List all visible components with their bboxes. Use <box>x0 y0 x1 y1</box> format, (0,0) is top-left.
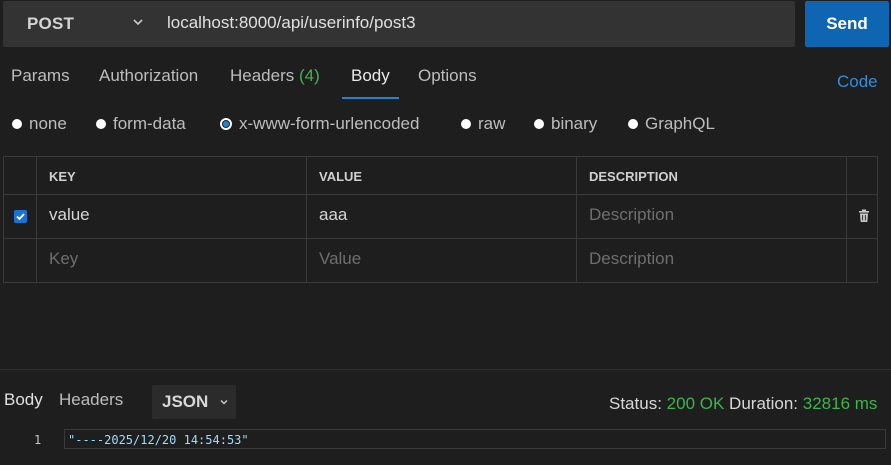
value-placeholder: Value <box>319 249 362 268</box>
status-label: Status: <box>609 394 662 413</box>
description-placeholder: Description <box>589 249 675 268</box>
radio-icon <box>12 119 22 129</box>
column-header-label: DESCRIPTION <box>589 169 678 184</box>
tab-authorization[interactable]: Authorization <box>99 66 198 86</box>
line-number: 1 <box>34 433 42 447</box>
radio-icon <box>96 119 106 129</box>
method-label: POST <box>27 14 75 33</box>
description-cell[interactable]: Description <box>576 195 846 238</box>
key-placeholder: Key <box>49 249 79 268</box>
headers-count-badge: (4) <box>299 66 320 85</box>
key-value-text: value <box>49 205 90 224</box>
request-tabs: Params Authorization Headers (4) Body Op… <box>0 60 891 100</box>
table-header-row: KEY VALUE DESCRIPTION <box>4 157 877 195</box>
column-header-value: VALUE <box>306 157 576 194</box>
request-app: POST localhost:8000/api/userinfo/post3 S… <box>0 0 891 465</box>
tab-headers-label: Headers <box>230 66 295 85</box>
trash-icon[interactable] <box>858 209 870 223</box>
response-code-line: "----2025/12/20 14:54:53" <box>68 433 249 447</box>
column-header-key: KEY <box>36 157 306 194</box>
row-actions-cell <box>846 239 877 282</box>
radio-none[interactable]: none <box>12 114 67 134</box>
body-type-radios: none form-data x-www-form-urlencoded raw… <box>0 110 891 140</box>
response-status: Status: 200 OK Duration: 32816 ms <box>609 394 877 414</box>
chevron-down-icon <box>220 399 228 405</box>
response-tab-headers[interactable]: Headers <box>59 390 123 410</box>
response-divider <box>0 369 891 370</box>
format-label: JSON <box>162 392 209 411</box>
radio-form-data[interactable]: form-data <box>96 114 186 134</box>
radio-icon <box>461 119 471 129</box>
column-header-actions <box>846 157 877 194</box>
active-tab-indicator <box>342 97 399 99</box>
url-input[interactable]: localhost:8000/api/userinfo/post3 <box>167 13 416 33</box>
radio-label: x-www-form-urlencoded <box>239 114 420 133</box>
status-value: 200 OK <box>666 394 725 413</box>
radio-icon <box>628 119 638 129</box>
checkmark-icon <box>16 213 25 221</box>
tab-options[interactable]: Options <box>418 66 477 86</box>
radio-binary[interactable]: binary <box>534 114 597 134</box>
radio-graphql[interactable]: GraphQL <box>628 114 715 134</box>
params-table: KEY VALUE DESCRIPTION value aaa Descript… <box>3 156 878 283</box>
chevron-down-icon <box>133 19 143 26</box>
column-header-label: KEY <box>49 169 76 184</box>
value-text: aaa <box>319 205 348 224</box>
response-format-select[interactable]: JSON <box>152 385 236 419</box>
code-link[interactable]: Code <box>837 72 878 92</box>
radio-label: raw <box>478 114 506 133</box>
tab-params[interactable]: Params <box>11 66 70 86</box>
row-enabled-checkbox[interactable] <box>14 210 27 223</box>
duration-value: 32816 ms <box>802 394 878 413</box>
send-button[interactable]: Send <box>805 1 889 47</box>
request-bar: POST localhost:8000/api/userinfo/post3 <box>3 1 795 47</box>
table-new-row: Key Value Description <box>4 239 877 282</box>
key-cell-new[interactable]: Key <box>36 239 306 282</box>
value-cell[interactable]: aaa <box>306 195 576 238</box>
description-cell-new[interactable]: Description <box>576 239 846 282</box>
value-cell-new[interactable]: Value <box>306 239 576 282</box>
response-tab-body[interactable]: Body <box>4 390 43 410</box>
table-row: value aaa Description <box>4 195 877 239</box>
response-editor[interactable]: 1 "----2025/12/20 14:54:53" <box>0 428 891 465</box>
row-actions-cell <box>846 195 877 238</box>
tab-headers[interactable]: Headers (4) <box>230 66 320 86</box>
key-cell[interactable]: value <box>36 195 306 238</box>
column-header-description: DESCRIPTION <box>576 157 846 194</box>
radio-label: GraphQL <box>645 114 715 133</box>
tab-body[interactable]: Body <box>351 66 390 86</box>
radio-icon <box>534 119 544 129</box>
radio-label: none <box>29 114 67 133</box>
description-placeholder: Description <box>589 205 675 224</box>
radio-label: binary <box>551 114 598 133</box>
radio-x-www-form-urlencoded[interactable]: x-www-form-urlencoded <box>220 114 419 134</box>
column-header-label: VALUE <box>319 169 363 184</box>
duration-label: Duration: <box>729 394 799 413</box>
radio-selected-icon <box>220 118 232 130</box>
radio-raw[interactable]: raw <box>461 114 505 134</box>
radio-label: form-data <box>113 114 186 133</box>
method-select[interactable]: POST <box>3 1 153 47</box>
